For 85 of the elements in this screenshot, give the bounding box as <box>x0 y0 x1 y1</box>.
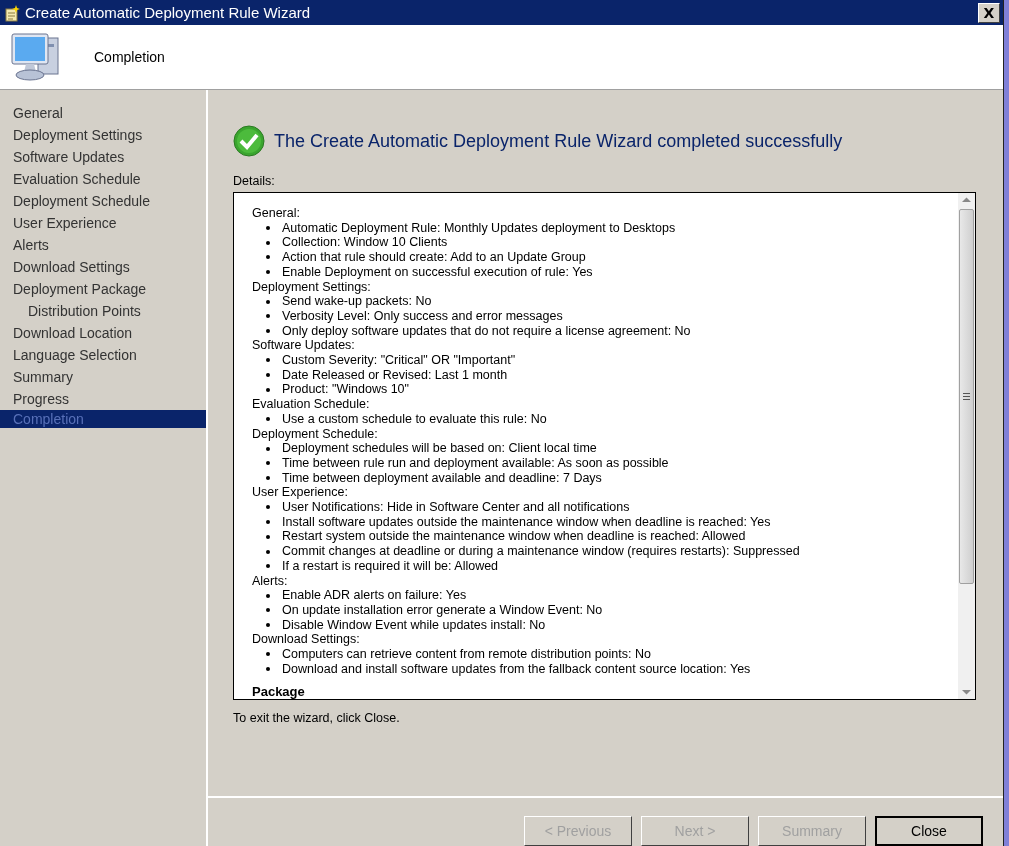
detail-text: Action that rule should create: Add to an Update Group <box>282 250 586 265</box>
section-heading: Download Settings: <box>252 632 361 648</box>
detail-text: If a restart is required it will be: Allowed <box>282 558 499 574</box>
exit-hint: To exit the wizard, click Close. <box>233 711 401 725</box>
detail-text: Use a custom schedule to evaluate this rule: No <box>282 411 547 427</box>
detail-text: Only deploy software updates that do not require a license agreement: No <box>282 323 691 339</box>
window-title: Create Automatic Deployment Rule Wizard <box>25 4 312 21</box>
bullet-icon <box>266 417 270 422</box>
sidebar-item[interactable]: Deployment Package <box>0 278 206 300</box>
sidebar-item[interactable]: Distribution Points <box>0 300 206 322</box>
scroll-up-icon[interactable] <box>962 197 971 203</box>
sidebar-item[interactable]: Deployment Settings <box>0 124 206 146</box>
detail-text: Install software updates outside the maintenance window when deadline is reached: Yes <box>282 514 771 530</box>
bullet-icon <box>266 226 270 231</box>
bullet-icon <box>266 328 270 333</box>
sidebar-item[interactable]: Summary <box>0 366 206 388</box>
bullet-icon <box>266 505 270 510</box>
sidebar-item[interactable]: Progress <box>0 388 206 410</box>
bullet-icon <box>266 255 270 260</box>
section-heading: User Experience: <box>252 485 349 501</box>
bullet-icon <box>266 270 270 275</box>
scroll-thumb[interactable] <box>959 209 974 584</box>
detail-text: Date Released or Revised: Last 1 month <box>282 367 508 383</box>
bullet-icon <box>266 534 270 539</box>
section-heading: Alerts: <box>252 573 289 589</box>
detail-text: Computers can retrieve content from remote distribution points: No <box>282 647 651 662</box>
detail-text: Time between rule run and deployment available: As soon as possible <box>282 455 669 471</box>
bullet-icon <box>266 387 270 392</box>
bullet-icon <box>266 520 270 525</box>
bullet-icon <box>266 564 270 569</box>
detail-text: Custom Severity: "Critical" OR "Important" <box>282 353 516 368</box>
section-heading: Deployment Settings: <box>252 279 372 295</box>
bullet-icon <box>266 373 270 378</box>
bullet-icon <box>266 608 270 613</box>
bullet-icon <box>266 446 270 451</box>
bullet-icon <box>266 476 270 480</box>
bullet-icon <box>266 623 270 628</box>
section-heading: Deployment Schedule: <box>252 426 379 442</box>
detail-text: Disable Window Event while updates install: No <box>282 617 546 633</box>
page-title: Completion <box>94 49 165 65</box>
detail-text: Collection: Window 10 Clients <box>282 235 448 251</box>
section-heading: Software Updates: <box>252 338 356 354</box>
status-message: The Create Automatic Deployment Rule Wizard completed successfully <box>274 130 843 152</box>
wizard-icon <box>3 3 21 22</box>
bullet-icon <box>266 314 270 319</box>
detail-text: Send wake-up packets: No <box>282 294 432 309</box>
sidebar-item[interactable]: Alerts <box>0 234 206 256</box>
detail-text: Time between deployment available and deadline: 7 Days <box>282 470 602 486</box>
detail-text: Download and install software updates from the fallback content source location: Yes <box>282 661 751 677</box>
details-label: Details: <box>233 174 276 188</box>
bullet-icon <box>266 549 270 554</box>
section-heading: Evaluation Schedule: <box>252 397 371 412</box>
detail-text: Enable ADR alerts on failure: Yes <box>282 588 467 603</box>
bullet-icon <box>266 358 270 363</box>
detail-text: Product: "Windows 10" <box>282 382 409 398</box>
bullet-icon <box>266 299 270 304</box>
detail-text: Enable Deployment on successful execution of rule: Yes <box>282 264 593 280</box>
success-check-icon <box>233 125 265 157</box>
title-bar-x-button[interactable]: X <box>978 2 1000 23</box>
sidebar-item[interactable]: Download Location <box>0 322 206 344</box>
detail-text: Deployment schedules will be based on: Client local time <box>282 441 597 456</box>
sidebar-item[interactable]: Download Settings <box>0 256 206 278</box>
bullet-icon <box>266 667 270 672</box>
detail-text: Restart system outside the maintenance window when deadline is reached: Allowed <box>282 529 746 545</box>
scroll-down-icon[interactable] <box>962 689 971 695</box>
scrollbar[interactable] <box>958 193 975 699</box>
bullet-icon <box>266 461 270 466</box>
sidebar-item[interactable]: Deployment Schedule <box>0 190 206 212</box>
detail-text: User Notifications: Hide in Software Center and all notifications <box>282 500 630 515</box>
computer-icon <box>8 30 62 84</box>
bullet-icon <box>266 593 270 598</box>
detail-text: Commit changes at deadline or during a maintenance window (requires restarts): Suppressed <box>282 544 800 559</box>
sidebar-item[interactable]: Evaluation Schedule <box>0 168 206 190</box>
detail-text: On update installation error generate a Window Event: No <box>282 603 603 618</box>
detail-text: Automatic Deployment Rule: Monthly Updates deployment to Desktops <box>282 220 676 236</box>
sidebar-item[interactable]: General <box>0 102 206 124</box>
bullet-icon <box>266 240 270 245</box>
sidebar-item[interactable]: Software Updates <box>0 146 206 168</box>
bullet-icon <box>266 652 270 657</box>
section-heading: Package <box>252 684 306 699</box>
section-heading: General: <box>252 206 301 221</box>
wizard-button[interactable]: Close <box>875 816 983 846</box>
sidebar-item[interactable]: User Experience <box>0 212 206 234</box>
sidebar-item[interactable]: Language Selection <box>0 344 206 366</box>
detail-text: Verbosity Level: Only success and error messages <box>282 308 563 324</box>
